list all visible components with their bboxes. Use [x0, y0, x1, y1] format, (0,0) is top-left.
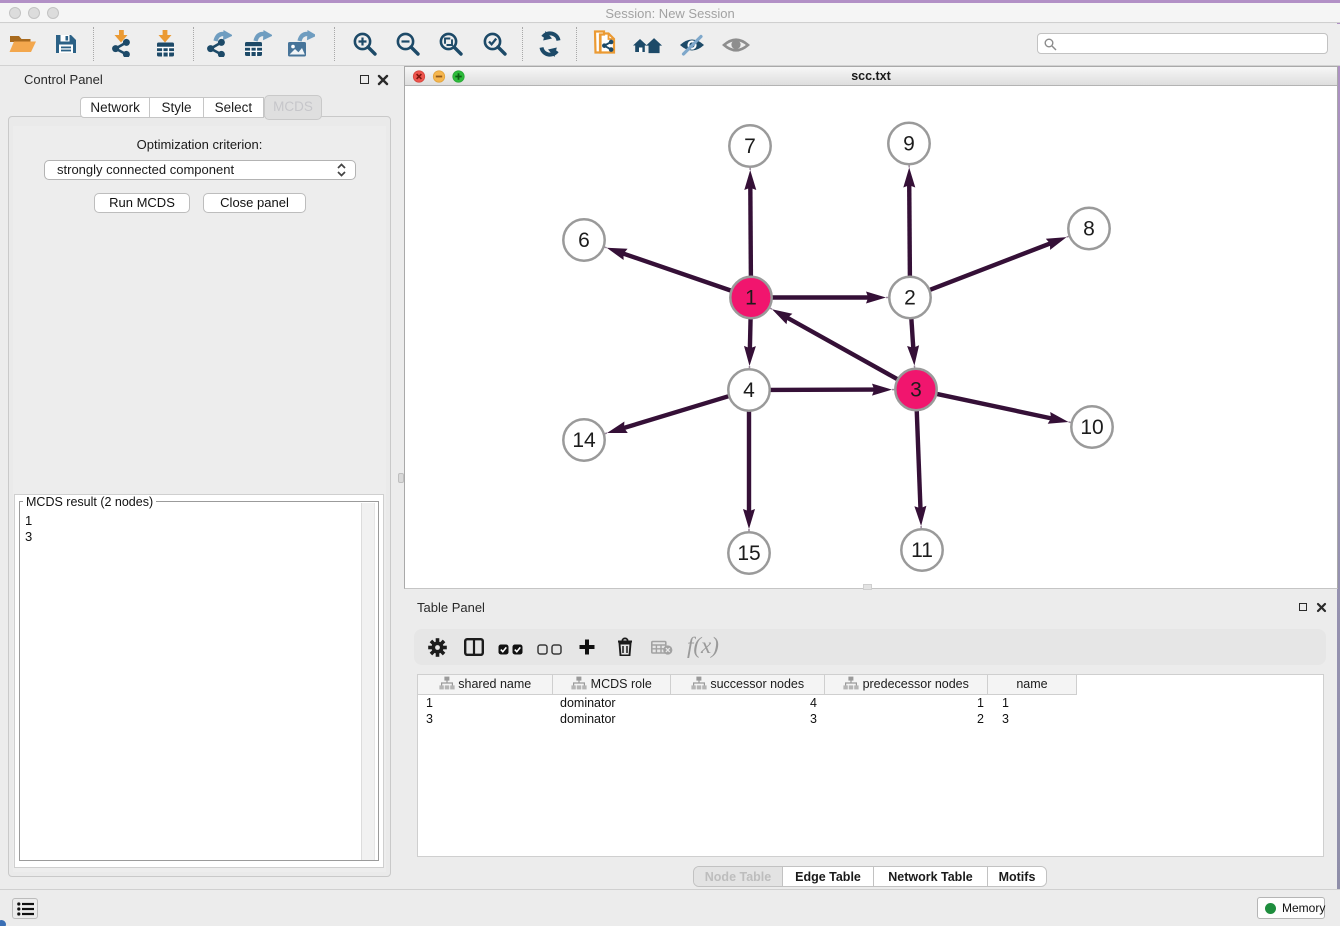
svg-text:9: 9: [903, 133, 915, 156]
svg-text:7: 7: [744, 135, 756, 158]
svg-text:3: 3: [910, 379, 922, 402]
svg-text:8: 8: [1083, 218, 1095, 241]
svg-text:14: 14: [572, 429, 596, 452]
svg-text:15: 15: [737, 542, 760, 565]
svg-text:11: 11: [911, 539, 933, 562]
svg-text:6: 6: [578, 229, 590, 252]
svg-text:1: 1: [745, 287, 757, 310]
svg-text:10: 10: [1080, 416, 1103, 439]
svg-text:2: 2: [904, 287, 916, 310]
svg-text:4: 4: [743, 379, 755, 402]
